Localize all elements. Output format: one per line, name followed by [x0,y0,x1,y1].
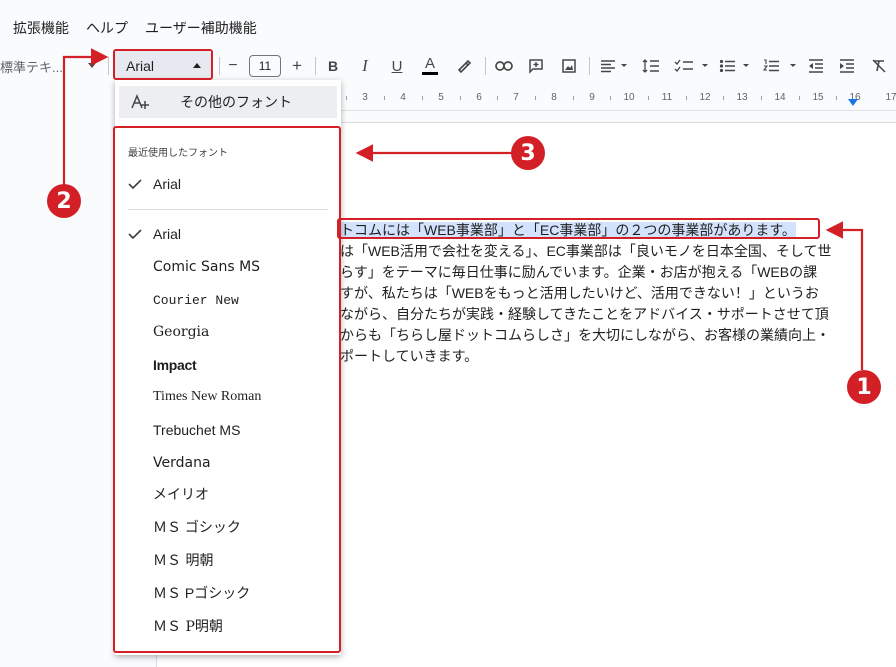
callout-badge-3: 3 [511,136,545,170]
callout-badge-1: 1 [847,370,881,404]
callout-badge-2: 2 [47,184,81,218]
callout-arrows [62,48,864,370]
